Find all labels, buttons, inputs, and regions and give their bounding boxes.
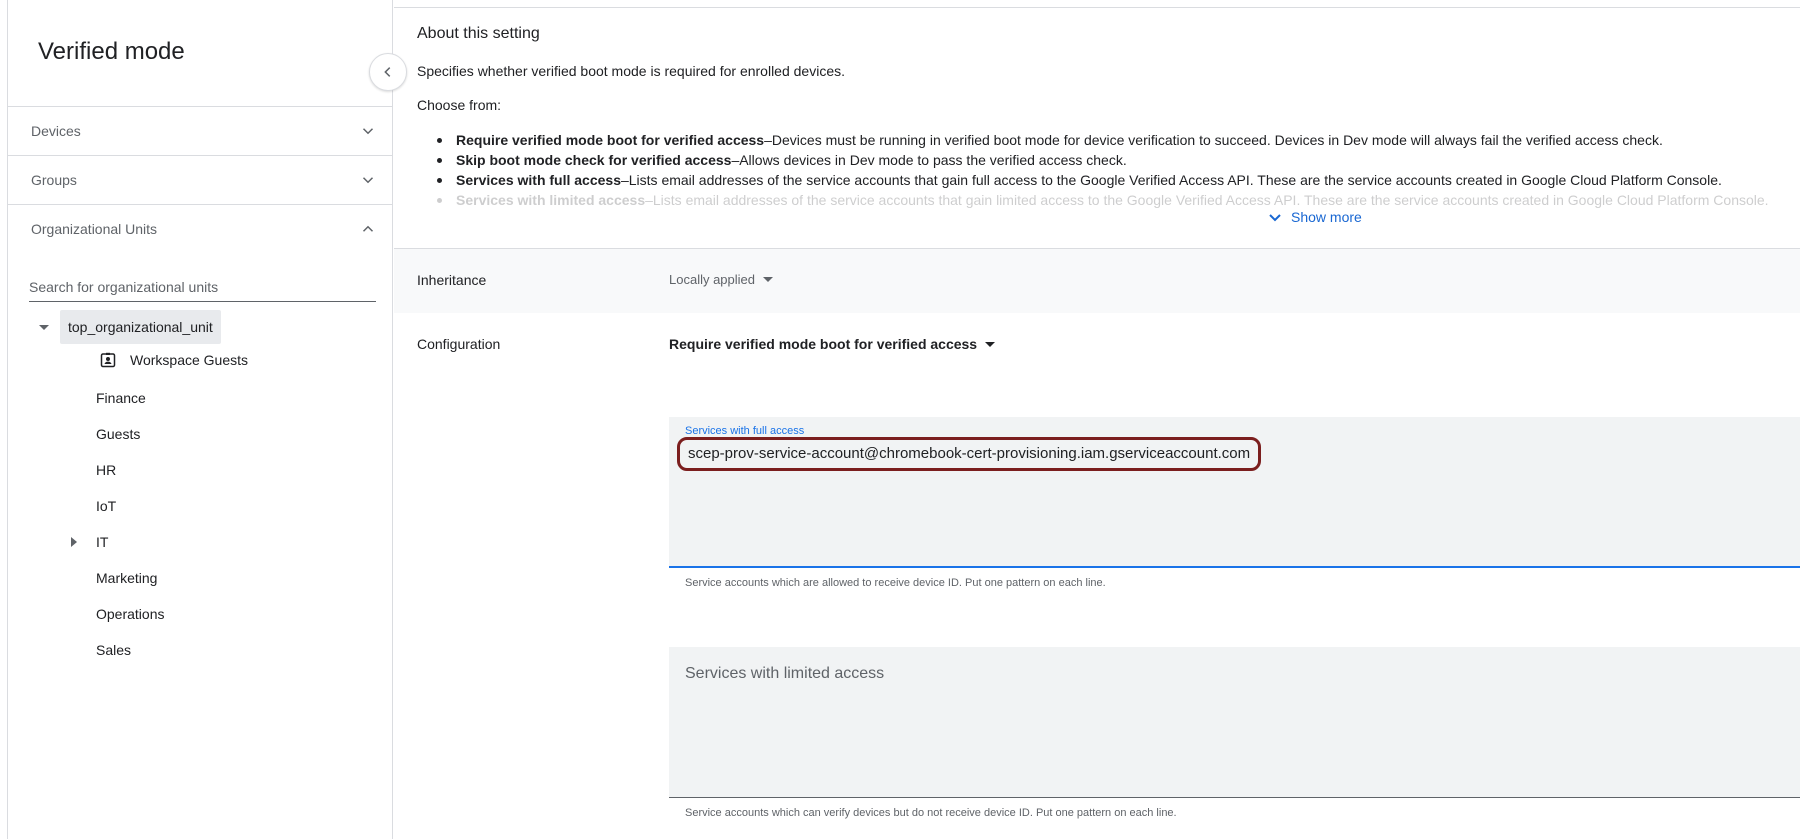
list-item: Skip boot mode check for verified access…: [417, 150, 1800, 170]
full-access-helper: Service accounts which are allowed to re…: [685, 577, 1106, 589]
tree-item-label: Sales: [96, 642, 132, 658]
about-description: Specifies whether verified boot mode is …: [417, 63, 846, 79]
tree-item-label: Marketing: [96, 570, 158, 586]
chevron-down-icon: [362, 128, 374, 135]
caret-right-icon[interactable]: [69, 537, 79, 547]
section-devices[interactable]: Devices: [8, 106, 393, 155]
tree-item-sales[interactable]: Sales: [96, 640, 131, 660]
configuration-dropdown[interactable]: Require verified mode boot for verified …: [669, 336, 996, 352]
option-term: Services with full access: [456, 172, 621, 188]
configuration-label: Configuration: [417, 336, 501, 352]
chevron-left-icon: [384, 67, 391, 77]
tree-item-operations[interactable]: Operations: [96, 604, 164, 624]
collapse-sidebar-button[interactable]: [369, 53, 407, 91]
tree-item-iot[interactable]: IoT: [96, 496, 116, 516]
tree-item-finance[interactable]: Finance: [96, 388, 146, 408]
full-access-textarea[interactable]: Services with full access scep-prov-serv…: [669, 417, 1800, 568]
sidebar: Verified mode Devices Groups Organizatio…: [7, 0, 393, 839]
tree-item-label: IoT: [96, 498, 117, 514]
tree-root-label: top_organizational_unit: [60, 310, 221, 344]
main-panel: About this setting Specifies whether ver…: [394, 0, 1800, 839]
show-more-link[interactable]: Show more: [1267, 209, 1362, 225]
inheritance-label: Inheritance: [417, 272, 487, 288]
option-term: Skip boot mode check for verified access: [456, 152, 732, 168]
inheritance-value: Locally applied: [669, 272, 756, 287]
tree-item-marketing[interactable]: Marketing: [96, 568, 157, 588]
page-title: Verified mode: [38, 38, 185, 65]
inheritance-dropdown[interactable]: Locally applied: [669, 272, 774, 287]
inheritance-row: [394, 249, 1800, 313]
divider: [394, 7, 1800, 8]
tree-item-hr[interactable]: HR: [96, 460, 116, 480]
tree-item-label: Operations: [96, 606, 165, 622]
dropdown-arrow-icon: [985, 341, 996, 347]
limited-access-textarea[interactable]: Services with limited access: [669, 647, 1800, 798]
option-text: –Lists email addresses of the service ac…: [620, 172, 1722, 188]
option-text: –Devices must be running in verified boo…: [764, 132, 1663, 148]
configuration-value: Require verified mode boot for verified …: [669, 336, 978, 352]
choose-from-label: Choose from:: [417, 97, 502, 113]
tree-item-label: IT: [96, 534, 109, 550]
tree-root[interactable]: top_organizational_unit: [36, 310, 221, 344]
option-text: –Allows devices in Dev mode to pass the …: [731, 152, 1127, 168]
option-text: –Lists email addresses of the service ac…: [645, 192, 1769, 208]
section-org-units-label: Organizational Units: [31, 221, 158, 237]
org-unit-search: [29, 272, 376, 302]
chevron-down-icon: [1269, 214, 1281, 222]
caret-down-icon[interactable]: [36, 319, 52, 335]
limited-access-placeholder: Services with limited access: [685, 665, 885, 682]
option-term: Require verified mode boot for verified …: [456, 132, 765, 148]
about-title: About this setting: [417, 25, 540, 42]
full-access-value: scep-prov-service-account@chromebook-cer…: [677, 437, 1262, 471]
list-item: Require verified mode boot for verified …: [417, 130, 1800, 150]
tree-item-workspace-guests[interactable]: Workspace Guests: [100, 352, 248, 368]
section-organizational-units[interactable]: Organizational Units: [8, 204, 393, 253]
tree-item-label: Guests: [96, 426, 141, 442]
dropdown-arrow-icon: [763, 277, 774, 282]
section-groups-label: Groups: [31, 172, 77, 188]
person-badge-icon: [100, 352, 116, 368]
limited-access-helper: Service accounts which can verify device…: [685, 807, 1177, 819]
tree-item-guests[interactable]: Guests: [96, 424, 140, 444]
tree-item-label: Workspace Guests: [130, 352, 249, 368]
chevron-down-icon: [362, 177, 374, 184]
tree-item-label: HR: [96, 462, 117, 478]
show-more-label: Show more: [1291, 209, 1362, 225]
tree-item-it[interactable]: IT: [96, 532, 108, 552]
option-term: Services with limited access: [456, 192, 646, 208]
org-unit-search-input[interactable]: [29, 272, 376, 301]
list-item: Services with full access–Lists email ad…: [417, 170, 1800, 190]
section-groups[interactable]: Groups: [8, 155, 393, 204]
chevron-up-icon: [362, 225, 374, 232]
full-access-label: Services with full access: [685, 425, 805, 437]
list-item: Services with limited access–Lists email…: [417, 190, 1800, 210]
tree-item-label: Finance: [96, 390, 146, 406]
section-devices-label: Devices: [31, 123, 81, 139]
options-list: Require verified mode boot for verified …: [417, 130, 1800, 210]
